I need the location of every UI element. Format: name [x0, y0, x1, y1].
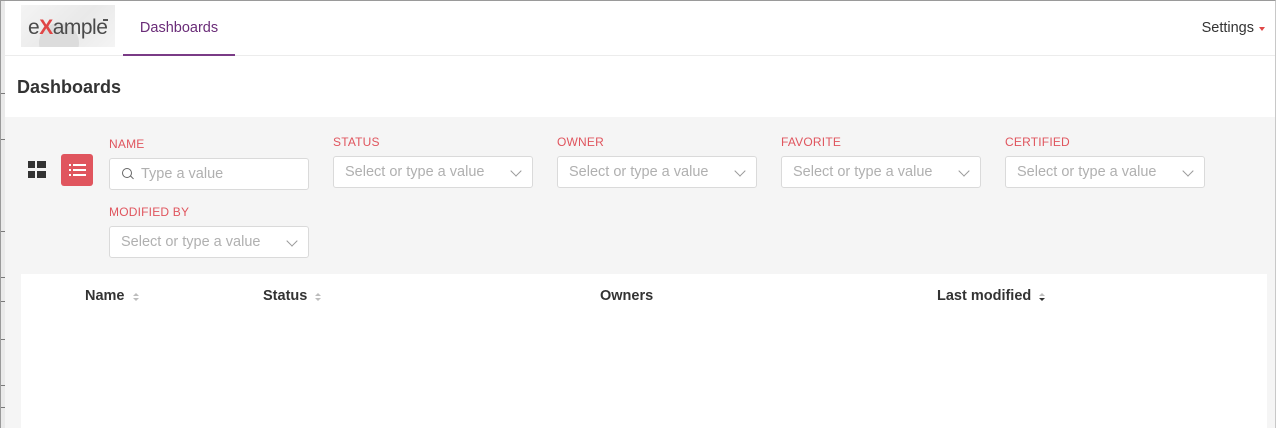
column-header-owners: Owners: [600, 288, 654, 304]
filter-status: STATUS Select or type a value: [333, 135, 533, 188]
column-header-name[interactable]: Name: [85, 288, 139, 304]
filter-name: NAME: [109, 137, 309, 190]
status-select[interactable]: Select or type a value: [333, 156, 533, 188]
certified-select[interactable]: Select or type a value: [1005, 156, 1205, 188]
chevron-down-icon: [1182, 165, 1194, 177]
chevron-down-icon: [510, 165, 522, 177]
filter-certified: CERTIFIED Select or type a value: [1005, 135, 1205, 188]
favorite-select[interactable]: Select or type a value: [781, 156, 981, 188]
filter-favorite-label: FAVORITE: [781, 135, 842, 149]
status-select-placeholder: Select or type a value: [345, 164, 485, 180]
column-header-status[interactable]: Status: [263, 288, 322, 304]
logo-trademark-mark: [103, 19, 108, 21]
filter-owner: OWNER Select or type a value: [557, 135, 757, 188]
filter-modified-by: MODIFIED BY Select or type a value: [109, 205, 309, 258]
search-icon: [122, 168, 134, 180]
filter-status-label: STATUS: [333, 135, 380, 149]
name-search-input[interactable]: [141, 166, 291, 182]
owner-select-placeholder: Select or type a value: [569, 164, 709, 180]
logo-wordmark: eXample: [28, 16, 108, 39]
column-header-last-modified[interactable]: Last modified: [937, 288, 1046, 304]
modified-by-select-placeholder: Select or type a value: [121, 234, 261, 250]
dashboards-table: Name Status Owners Last modified: [21, 274, 1267, 428]
settings-menu[interactable]: Settings: [1202, 20, 1265, 36]
modified-by-select[interactable]: Select or type a value: [109, 226, 309, 258]
filter-modified-by-label: MODIFIED BY: [109, 205, 190, 219]
caret-down-icon: [1259, 26, 1265, 31]
sort-icon: [132, 292, 139, 301]
filter-name-label: NAME: [109, 137, 145, 151]
chevron-down-icon: [734, 165, 746, 177]
page-title: Dashboards: [17, 77, 122, 97]
chevron-down-icon: [286, 235, 298, 247]
nav-tab-dashboards[interactable]: Dashboards: [123, 1, 235, 56]
sort-desc-icon: [1039, 292, 1046, 301]
brand-logo[interactable]: eXample: [21, 5, 115, 47]
app-window: eXample Dashboards Settings Dashboards N…: [0, 0, 1276, 428]
chevron-down-icon: [958, 165, 970, 177]
certified-select-placeholder: Select or type a value: [1017, 164, 1157, 180]
list-view-icon[interactable]: [61, 154, 93, 186]
favorite-select-placeholder: Select or type a value: [793, 164, 933, 180]
top-navbar: eXample Dashboards Settings: [5, 1, 1275, 56]
filter-favorite: FAVORITE Select or type a value: [781, 135, 981, 188]
filter-owner-label: OWNER: [557, 135, 604, 149]
card-view-icon[interactable]: [25, 156, 49, 180]
filter-certified-label: CERTIFIED: [1005, 135, 1070, 149]
name-search-field[interactable]: [109, 158, 309, 190]
owner-select[interactable]: Select or type a value: [557, 156, 757, 188]
settings-label: Settings: [1201, 20, 1254, 36]
sort-icon: [315, 292, 322, 301]
